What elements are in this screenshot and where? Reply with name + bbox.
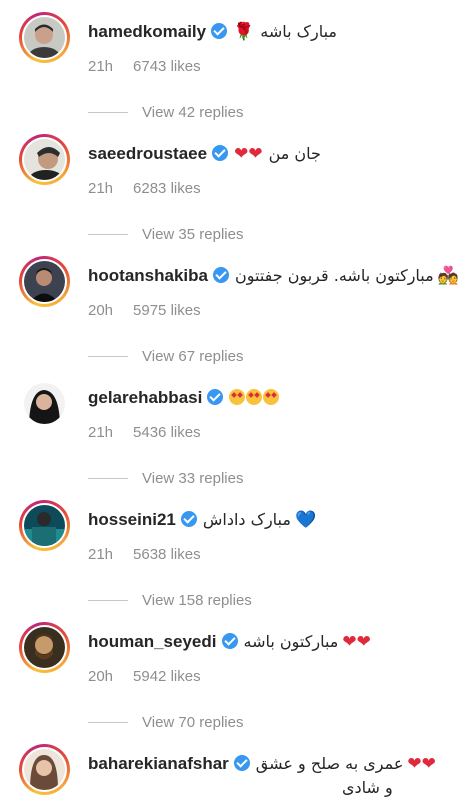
avatar[interactable] — [19, 622, 70, 673]
username[interactable]: hosseini21 — [88, 510, 176, 529]
avatar-image — [24, 749, 65, 790]
comment-line: gelarehabbasi — [88, 388, 280, 412]
blue-heart-emoji-icon: 💙 — [294, 510, 317, 530]
comment-item: houman_seyedi مبارکتون باشه ❤❤ 20h 5942 lik… — [0, 622, 476, 732]
comment-line: hootanshakiba مبارکتون باشه. قربون جفتتون… — [88, 266, 459, 290]
username[interactable]: houman_seyedi — [88, 632, 217, 651]
username[interactable]: baharekianafshar — [88, 754, 229, 773]
likes-count[interactable]: 6283 likes — [133, 180, 201, 197]
comment-item: gelarehabbasi 21h 5436 likes View 33 repl… — [0, 378, 476, 488]
avatar-image — [24, 261, 65, 302]
timestamp: 21h — [88, 180, 114, 197]
username[interactable]: gelarehabbasi — [88, 388, 202, 407]
avatar-image — [24, 139, 65, 180]
comment-line: hosseini21 مبارک داداش 💙 — [88, 510, 316, 534]
divider — [88, 234, 128, 235]
divider — [88, 600, 128, 601]
verified-badge-icon — [221, 633, 238, 649]
comment-item: hamedkomaily 🌹 مبارک باشه 21h 6743 likes Vi… — [0, 12, 476, 122]
comment-text: مبارک داداش — [202, 510, 291, 529]
avatar[interactable] — [19, 256, 70, 307]
comment-meta: 21h 5638 likes — [88, 546, 201, 563]
comment-meta: 21h 5436 likes — [88, 424, 201, 441]
verified-badge-icon — [207, 389, 224, 405]
comment-text-continued: و شادی — [342, 778, 393, 797]
view-replies-button[interactable]: View 35 replies — [88, 226, 243, 243]
timestamp: 20h — [88, 302, 114, 319]
heart-emoji-icon: ❤❤ — [407, 754, 436, 774]
likes-count[interactable]: 5638 likes — [133, 546, 201, 563]
heart-emoji-icon: ❤❤ — [342, 632, 371, 652]
likes-count[interactable]: 5975 likes — [133, 302, 201, 319]
view-replies-button[interactable]: View 70 replies — [88, 714, 243, 731]
comment-meta: 20h 5975 likes — [88, 302, 201, 319]
comment-text: جان من — [268, 144, 321, 163]
view-replies-label: View 67 replies — [142, 348, 244, 365]
heart-eyes-emoji-icon — [229, 388, 280, 407]
comment-item: hosseini21 مبارک داداش 💙 21h 5638 likes Vie… — [0, 500, 476, 610]
comment-line: houman_seyedi مبارکتون باشه ❤❤ — [88, 632, 371, 656]
comment-item: saeedroustaee ❤❤ جان من 21h 6283 likes View… — [0, 134, 476, 244]
comment-item: hootanshakiba مبارکتون باشه. قربون جفتتون… — [0, 256, 476, 366]
rose-emoji-icon: 🌹 — [233, 22, 255, 42]
avatar-image — [24, 383, 65, 424]
comment-meta: 21h 6283 likes — [88, 180, 201, 197]
comment-text: مبارکتون باشه — [243, 632, 339, 651]
avatar[interactable] — [19, 134, 70, 185]
username[interactable]: hamedkomaily — [88, 22, 206, 41]
comment-line: baharekianafshar عمری به صلح و عشق ❤❤ — [88, 754, 436, 778]
likes-count[interactable]: 5436 likes — [133, 424, 201, 441]
username[interactable]: saeedroustaee — [88, 144, 207, 163]
avatar[interactable] — [19, 12, 70, 63]
comment-text-line2: و شادی — [342, 778, 393, 797]
view-replies-button[interactable]: View 42 replies — [88, 104, 243, 121]
verified-badge-icon — [180, 511, 197, 527]
timestamp: 21h — [88, 58, 114, 75]
comment-meta: 20h 5942 likes — [88, 668, 201, 685]
avatar[interactable] — [19, 500, 70, 551]
view-replies-button[interactable]: View 67 replies — [88, 348, 243, 365]
timestamp: 21h — [88, 546, 114, 563]
divider — [88, 356, 128, 357]
divider — [88, 722, 128, 723]
view-replies-button[interactable]: View 33 replies — [88, 470, 243, 487]
verified-badge-icon — [211, 23, 228, 39]
view-replies-label: View 42 replies — [142, 104, 244, 121]
avatar-image — [24, 627, 65, 668]
divider — [88, 112, 128, 113]
avatar-image — [24, 505, 65, 546]
view-replies-label: View 33 replies — [142, 470, 244, 487]
likes-count[interactable]: 6743 likes — [133, 58, 201, 75]
timestamp: 21h — [88, 424, 114, 441]
heart-emoji-icon: ❤❤ — [234, 144, 263, 164]
verified-badge-icon — [212, 267, 229, 283]
comment-text: عمری به صلح و عشق — [255, 754, 404, 773]
verified-badge-icon — [212, 145, 229, 161]
comment-line: hamedkomaily 🌹 مبارک باشه — [88, 22, 337, 46]
timestamp: 20h — [88, 668, 114, 685]
avatar[interactable] — [19, 744, 70, 795]
comment-line: saeedroustaee ❤❤ جان من — [88, 144, 321, 168]
view-replies-button[interactable]: View 158 replies — [88, 592, 252, 609]
comment-item: baharekianafshar عمری به صلح و عشق ❤❤ و شا… — [0, 744, 476, 800]
couple-emoji-icon: 💑 — [437, 266, 459, 286]
comment-text: مبارکتون باشه. قربون جفتتون — [234, 266, 434, 285]
likes-count[interactable]: 5942 likes — [133, 668, 201, 685]
avatar[interactable] — [19, 378, 70, 429]
view-replies-label: View 35 replies — [142, 226, 244, 243]
view-replies-label: View 158 replies — [142, 592, 252, 609]
view-replies-label: View 70 replies — [142, 714, 244, 731]
avatar-image — [24, 17, 65, 58]
comment-text: مبارک باشه — [260, 22, 337, 41]
comment-meta: 21h 6743 likes — [88, 58, 201, 75]
verified-badge-icon — [233, 755, 250, 771]
username[interactable]: hootanshakiba — [88, 266, 208, 285]
divider — [88, 478, 128, 479]
